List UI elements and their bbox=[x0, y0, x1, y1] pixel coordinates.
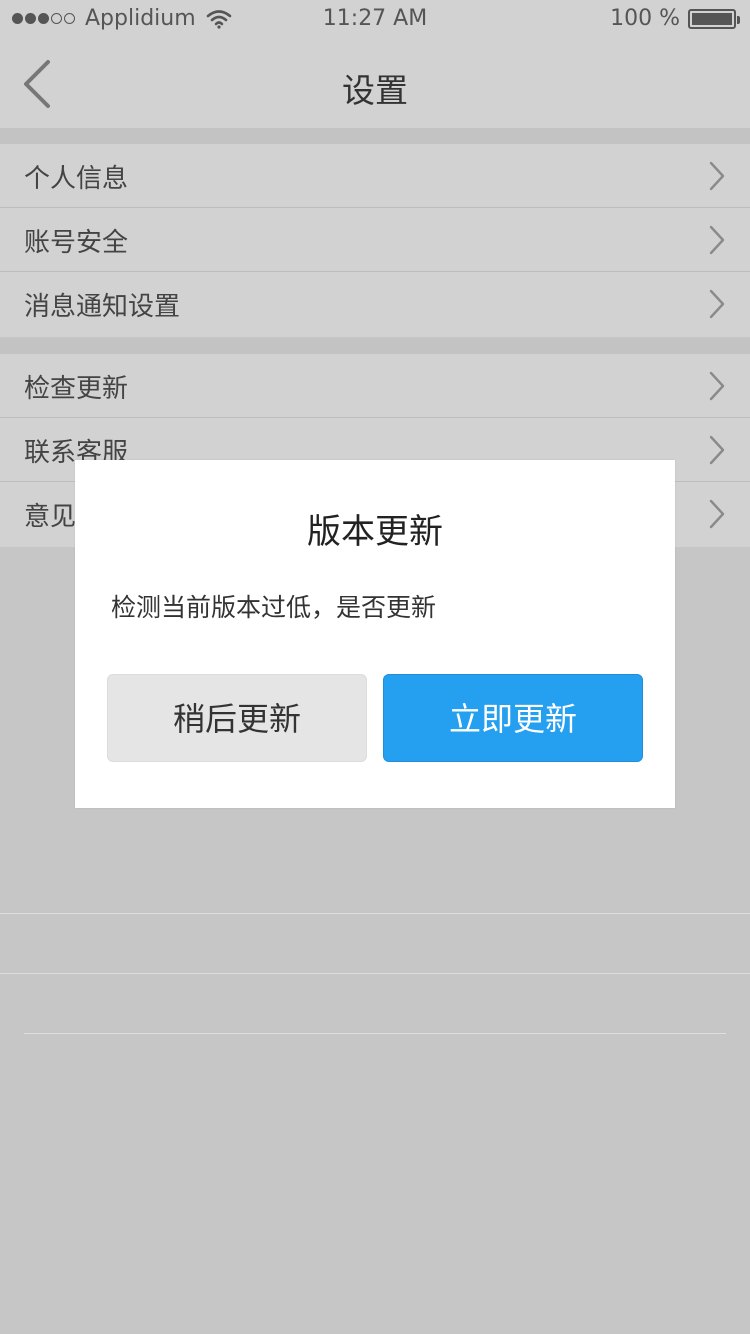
chevron-right-icon bbox=[709, 499, 725, 529]
battery-fill bbox=[692, 12, 732, 25]
chevron-right-icon bbox=[709, 371, 725, 401]
settings-item-label: 检查更新 bbox=[24, 374, 129, 404]
settings-group-account: 个人信息 账号安全 消息通知设置 bbox=[0, 144, 750, 337]
chevron-right-icon bbox=[709, 289, 725, 319]
section-gap bbox=[0, 338, 750, 354]
status-right: 100 % bbox=[610, 6, 740, 31]
settings-item-check-update[interactable]: 检查更新 bbox=[0, 354, 750, 418]
settings-item-notifications[interactable]: 消息通知设置 bbox=[0, 272, 750, 337]
divider bbox=[0, 913, 750, 914]
battery-icon bbox=[688, 8, 740, 29]
settings-item-label: 个人信息 bbox=[24, 164, 129, 194]
update-later-button[interactable]: 稍后更新 bbox=[107, 674, 367, 762]
dialog-message: 检测当前版本过低，是否更新 bbox=[111, 593, 437, 622]
update-now-button[interactable]: 立即更新 bbox=[383, 674, 643, 762]
settings-item-label: 账号安全 bbox=[24, 228, 129, 258]
settings-item-account-security[interactable]: 账号安全 bbox=[0, 208, 750, 272]
divider bbox=[0, 973, 750, 974]
settings-item-label: 消息通知设置 bbox=[24, 292, 181, 322]
battery-nub bbox=[737, 15, 740, 24]
page-title: 设置 bbox=[342, 71, 408, 110]
dialog-title: 版本更新 bbox=[307, 512, 443, 552]
chevron-right-icon bbox=[709, 225, 725, 255]
chevron-right-icon bbox=[709, 161, 725, 191]
chevron-right-icon bbox=[709, 435, 725, 465]
section-gap bbox=[0, 128, 750, 144]
navigation-bar: 设置 bbox=[0, 40, 750, 128]
settings-item-personal-info[interactable]: 个人信息 bbox=[0, 144, 750, 208]
update-dialog: 版本更新 检测当前版本过低，是否更新 稍后更新 立即更新 bbox=[75, 460, 675, 808]
battery-percent: 100 % bbox=[610, 6, 680, 31]
status-bar: Applidium 11:27 AM 100 % bbox=[0, 0, 750, 40]
divider bbox=[24, 1033, 726, 1034]
